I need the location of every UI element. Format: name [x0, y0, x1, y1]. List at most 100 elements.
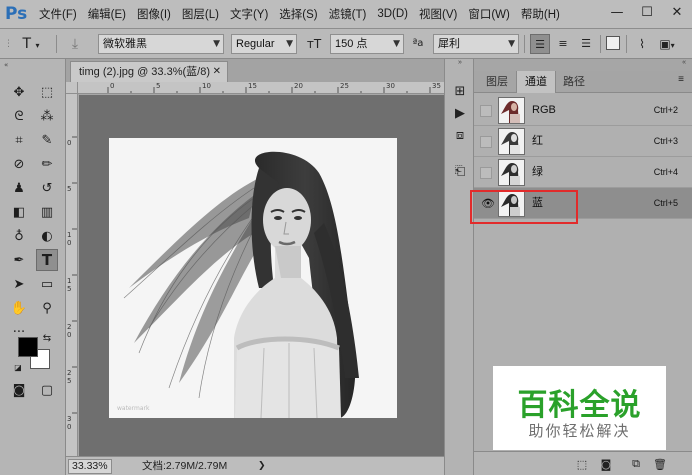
menu-layer[interactable]: 图层(L) — [182, 6, 219, 22]
maximize-icon[interactable]: ☐ — [632, 0, 662, 24]
font-style-select[interactable]: Regular ▼ — [231, 34, 297, 54]
eraser-tool-icon[interactable]: ◧ — [8, 201, 30, 223]
quick-select-tool-icon[interactable]: ⁂ — [36, 105, 58, 127]
panel-dock: » ⊞ ▶ ⧈ ⎗ — [444, 59, 474, 475]
visibility-toggle[interactable] — [480, 167, 492, 179]
canvas-area[interactable]: watermark — [79, 95, 444, 456]
tab-paths[interactable]: 路径 — [556, 71, 592, 93]
svg-text:watermark: watermark — [117, 405, 150, 412]
blur-tool-icon[interactable]: ♁ — [8, 225, 30, 247]
panel-footer: ⬚ ◙ ⧉ 🗑 — [474, 451, 692, 475]
menu-type[interactable]: 文字(Y) — [230, 6, 268, 22]
lasso-tool-icon[interactable]: ᘓ — [8, 105, 30, 127]
ruler-h-label: 25 — [340, 82, 349, 90]
load-selection-icon[interactable]: ⬚ — [574, 456, 590, 472]
dodge-tool-icon[interactable]: ◐ — [36, 225, 58, 247]
channel-row-green[interactable]: 绿 Ctrl+4 — [474, 157, 692, 188]
rectangle-tool-icon[interactable]: ▭ — [36, 273, 58, 295]
character-panel-icon[interactable]: ⎗ — [450, 161, 470, 181]
ruler-h-label: 0 — [110, 82, 115, 90]
history-brush-icon[interactable]: ↺ — [36, 177, 58, 199]
menu-view[interactable]: 视图(V) — [419, 6, 457, 22]
channel-row-rgb[interactable]: RGB Ctrl+2 — [474, 95, 692, 126]
menu-help[interactable]: 帮助(H) — [521, 6, 560, 22]
default-colors-icon[interactable]: ◪ — [12, 361, 24, 373]
ruler-h-label: 15 — [248, 82, 257, 90]
dock-expand-icon[interactable]: » — [445, 59, 475, 69]
font-size-value: 150 点 — [335, 38, 368, 50]
menu-filter[interactable]: 滤镜(T) — [329, 6, 367, 22]
menu-bar: Ps 文件(F) 编辑(E) 图像(I) 图层(L) 文字(Y) 选择(S) 滤… — [0, 0, 692, 29]
healing-brush-icon[interactable]: ⊘ — [8, 153, 30, 175]
options-bar: ⋮ T ▾ ⤓ 微软雅黑 ▼ Regular ▼ ᴛT 150 点 ▼ ªa 犀利 ▼ … — [0, 29, 692, 59]
font-size-select[interactable]: 150 点 ▼ — [330, 34, 404, 54]
highlight-box — [470, 190, 578, 224]
ruler-h-label: 20 — [294, 82, 303, 90]
brush-tool-icon[interactable]: ✏ — [36, 153, 58, 175]
close-icon[interactable]: ✕ — [662, 0, 692, 24]
status-menu-arrow-icon[interactable]: ❯ — [258, 459, 266, 474]
text-color-swatch[interactable] — [606, 36, 620, 50]
crop-tool-icon[interactable]: ⌗ — [8, 129, 30, 151]
trash-icon[interactable]: 🗑 — [652, 456, 668, 472]
panels-toggle-icon[interactable]: ▣▾ — [654, 34, 680, 54]
menu-edit[interactable]: 编辑(E) — [88, 6, 126, 22]
zoom-field[interactable]: 33.33% — [68, 459, 112, 474]
visibility-toggle[interactable] — [480, 105, 492, 117]
type-tool-icon[interactable]: T — [36, 249, 58, 271]
swap-colors-icon[interactable]: ⇆ — [40, 331, 54, 345]
path-select-icon[interactable]: ➤ — [8, 273, 30, 295]
quick-mask-icon[interactable]: ◙ — [8, 379, 30, 401]
minimize-icon[interactable]: — — [602, 0, 632, 24]
menu-image[interactable]: 图像(I) — [137, 6, 171, 22]
document-image[interactable]: watermark — [109, 138, 397, 418]
watermark-subtitle: 助你轻松解决 — [528, 423, 631, 440]
panel-menu-icon[interactable]: ≡ — [678, 74, 684, 85]
hand-tool-icon[interactable]: ✋ — [8, 297, 30, 319]
tab-channels[interactable]: 通道 — [516, 71, 556, 93]
antialias-label: ªa — [412, 38, 424, 49]
font-family-select[interactable]: 微软雅黑 ▼ — [98, 34, 224, 54]
close-tab-icon[interactable]: ✕ — [213, 62, 221, 82]
ruler-v-label: 2 5 — [67, 369, 72, 385]
menu-file[interactable]: 文件(F) — [39, 6, 77, 22]
foreground-color-swatch[interactable] — [18, 337, 38, 357]
3d-panel-icon[interactable]: ⧈ — [450, 125, 470, 145]
gradient-tool-icon[interactable]: ▥ — [36, 201, 58, 223]
clone-stamp-icon[interactable]: ♟ — [8, 177, 30, 199]
horizontal-ruler[interactable]: 0 5 10 15 20 25 30 35 — [78, 82, 444, 94]
vertical-ruler[interactable]: 0 5 1 0 1 5 2 0 2 5 3 0 — [66, 94, 78, 456]
ruler-corner — [66, 82, 78, 94]
ruler-h-label: 5 — [156, 82, 161, 90]
type-tool-preset-icon[interactable]: T ▾ — [14, 34, 48, 54]
antialias-value: 犀利 — [438, 38, 460, 50]
ruler-ticks-v — [72, 136, 77, 414]
ruler-v-label: 2 0 — [67, 323, 72, 339]
antialias-select[interactable]: 犀利 ▼ — [433, 34, 519, 54]
align-left-icon[interactable]: ☰ — [530, 34, 550, 54]
menu-window[interactable]: 窗口(W) — [468, 6, 510, 22]
actions-panel-icon[interactable]: ▶ — [450, 103, 470, 123]
menu-select[interactable]: 选择(S) — [279, 6, 317, 22]
menu-3d[interactable]: 3D(D) — [377, 8, 408, 20]
align-center-icon[interactable]: ≡ — [553, 34, 573, 54]
toggle-orientation-icon[interactable]: ⤓ — [64, 34, 86, 54]
tab-layers[interactable]: 图层 — [478, 71, 516, 93]
ruler-v-label: 0 — [67, 139, 72, 147]
eyedropper-tool-icon[interactable]: ✎ — [36, 129, 58, 151]
pen-tool-icon[interactable]: ✒ — [8, 249, 30, 271]
channel-row-red[interactable]: 红 Ctrl+3 — [474, 126, 692, 157]
move-tool-icon[interactable]: ✥ — [8, 81, 30, 103]
save-selection-icon[interactable]: ◙ — [598, 456, 614, 472]
marquee-tool-icon[interactable]: ⬚ — [36, 81, 58, 103]
visibility-toggle[interactable] — [480, 136, 492, 148]
toolbar-collapse-icon[interactable]: « — [4, 61, 62, 69]
history-panel-icon[interactable]: ⊞ — [450, 81, 470, 101]
warp-text-icon[interactable]: ⌇ — [632, 34, 652, 54]
panel-collapse-icon[interactable]: « — [682, 59, 686, 66]
align-right-icon[interactable]: ☰ — [576, 34, 596, 54]
document-tab[interactable]: timg (2).jpg @ 33.3%(蓝/8) ✕ — [70, 61, 228, 82]
screen-mode-icon[interactable]: ▢ — [36, 379, 58, 401]
zoom-tool-icon[interactable]: ⚲ — [36, 297, 58, 319]
new-channel-icon[interactable]: ⧉ — [628, 456, 644, 472]
